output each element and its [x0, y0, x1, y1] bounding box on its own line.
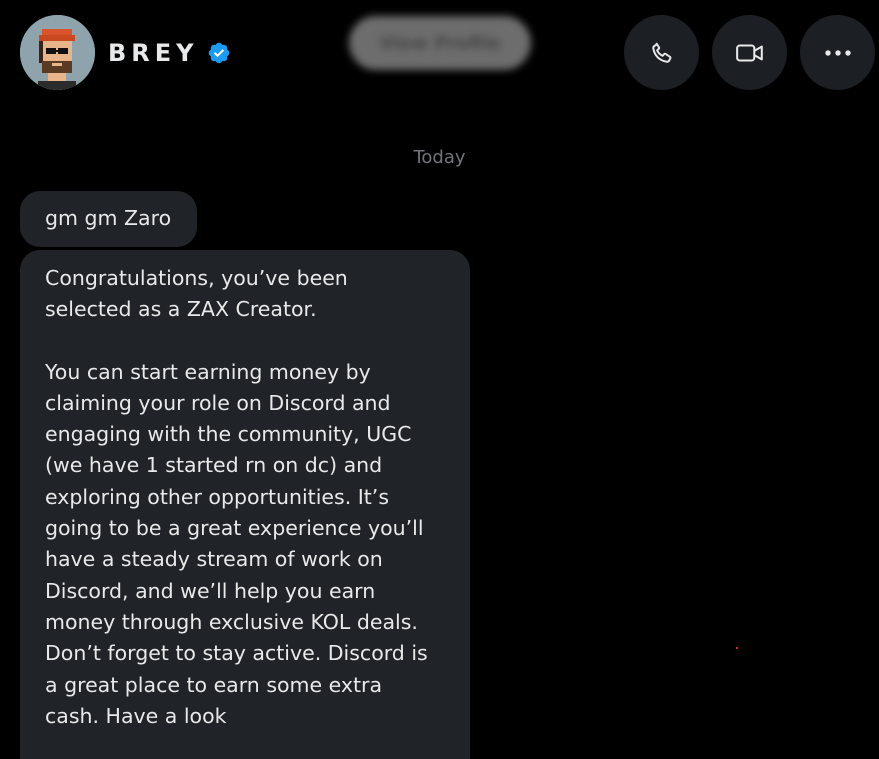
contact-name: BREY — [108, 39, 199, 67]
video-call-button[interactable] — [712, 15, 787, 90]
call-button[interactable] — [624, 15, 699, 90]
avatar[interactable] — [20, 15, 95, 90]
message-bubble[interactable]: gm gm Zaro — [20, 191, 198, 247]
message-bubble[interactable]: Congratulations, you’ve been selected as… — [20, 250, 470, 759]
verified-badge-icon — [208, 42, 229, 64]
message-text: gm gm Zaro — [45, 206, 172, 231]
video-camera-icon — [735, 43, 763, 62]
pixel-avatar-icon — [20, 15, 95, 90]
date-separator: Today — [413, 147, 466, 168]
stray-pixel — [736, 647, 738, 649]
more-horizontal-icon — [824, 49, 851, 56]
message-paragraph: Congratulations, you’ve been selected as… — [45, 266, 348, 322]
dm-conversation-page: BREY View Profile Today gm gm Zaro Congr… — [0, 0, 879, 759]
more-options-button[interactable] — [800, 15, 875, 90]
phone-icon — [651, 41, 671, 63]
contact-name-row[interactable]: BREY — [108, 34, 231, 72]
message-paragraph: You can start earning money by claiming … — [45, 359, 428, 728]
view-profile-button[interactable]: View Profile — [349, 16, 531, 70]
